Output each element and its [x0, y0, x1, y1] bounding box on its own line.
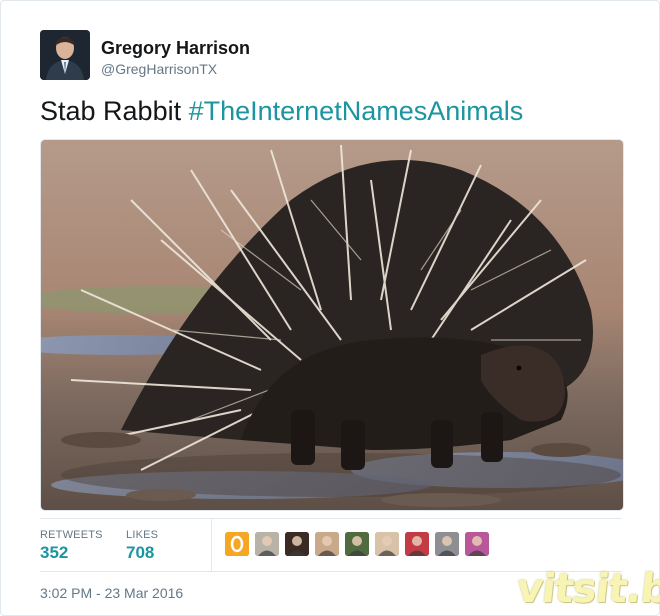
author-handle[interactable]: @GregHarrisonTX [101, 61, 217, 77]
liker-avatar[interactable] [255, 532, 279, 556]
liker-avatar[interactable] [345, 532, 369, 556]
retweets-count[interactable]: 352 [40, 543, 68, 563]
liker-avatar[interactable] [285, 532, 309, 556]
liker-avatar[interactable] [405, 532, 429, 556]
likes-count[interactable]: 708 [126, 543, 154, 563]
liker-avatar[interactable] [225, 532, 249, 556]
tweet-timestamp[interactable]: 3:02 PM - 23 Mar 2016 [40, 585, 183, 601]
divider-top [40, 518, 622, 519]
tweet-card: Gregory Harrison @GregHarrisonTX Stab Ra… [0, 0, 660, 616]
hashtag-link[interactable]: #TheInternetNamesAnimals [189, 96, 524, 126]
likes-label: LIKES [126, 529, 159, 541]
tweet-body: Stab Rabbit [40, 96, 189, 126]
author-name[interactable]: Gregory Harrison [101, 38, 250, 59]
tweet-text: Stab Rabbit #TheInternetNamesAnimals [40, 96, 523, 127]
liker-avatar[interactable] [375, 532, 399, 556]
liker-avatar[interactable] [465, 532, 489, 556]
tweet-photo[interactable] [40, 139, 624, 511]
avatar[interactable] [40, 30, 90, 80]
liker-avatar[interactable] [315, 532, 339, 556]
retweets-label: RETWEETS [40, 529, 103, 541]
watermark-logo: vitsit.biz [514, 566, 660, 612]
liker-avatar[interactable] [435, 532, 459, 556]
stats-divider [211, 519, 212, 571]
